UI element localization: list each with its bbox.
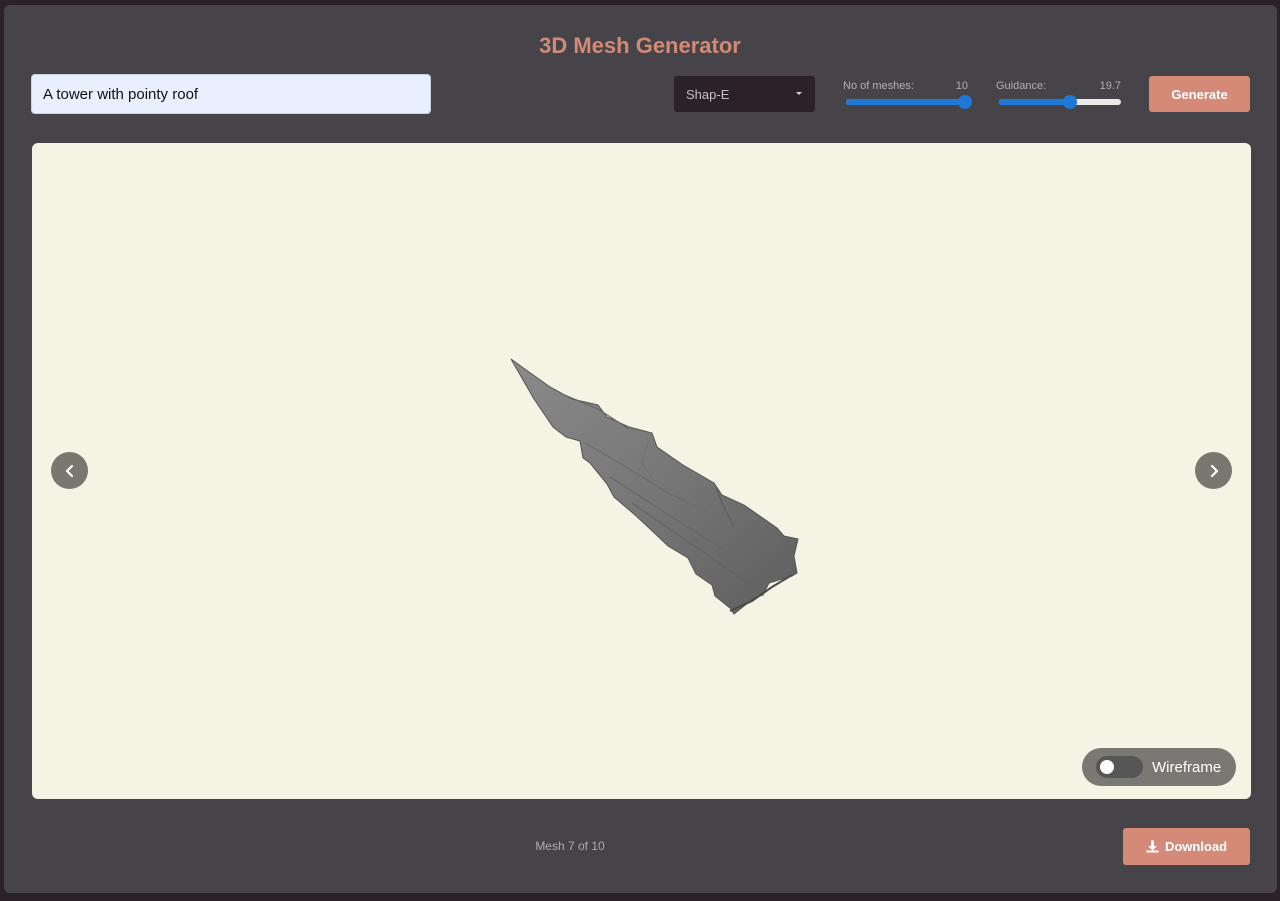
mesh-counter: Mesh 7 of 10 [535, 839, 605, 853]
model-select[interactable]: Shap-E [674, 76, 815, 112]
mesh-viewer[interactable]: Wireframe [32, 143, 1251, 799]
download-icon [1146, 840, 1159, 853]
page-title: 3D Mesh Generator [539, 33, 741, 58]
wireframe-label: Wireframe [1152, 759, 1222, 776]
prompt-input[interactable] [31, 74, 431, 114]
guidance-slider[interactable]: Guidance: 19.7 [996, 80, 1121, 110]
wireframe-toggle[interactable]: Wireframe [1082, 748, 1236, 786]
guidance-value: 19.7 [1099, 80, 1121, 92]
guidance-fill [999, 99, 1070, 105]
next-mesh-button[interactable] [1195, 452, 1232, 489]
guidance-track[interactable] [999, 95, 1121, 109]
wireframe-switch-knob [1100, 760, 1114, 774]
chevron-right-icon [1210, 464, 1218, 477]
prev-mesh-button[interactable] [51, 452, 88, 489]
download-label: Download [1164, 839, 1228, 854]
mesh-count-label: No of meshes: [843, 80, 914, 92]
wireframe-switch[interactable] [1096, 756, 1143, 778]
chevron-down-icon [796, 92, 802, 95]
mesh-count-slider[interactable]: No of meshes: 10 [843, 80, 972, 110]
guidance-label: Guidance: [996, 80, 1047, 92]
tower-mesh[interactable] [32, 143, 1251, 799]
mesh-count-value: 10 [955, 80, 968, 92]
mesh-count-fill [846, 99, 965, 105]
model-select-value: Shap-E [686, 86, 730, 102]
generate-button[interactable]: Generate [1149, 76, 1250, 112]
guidance-thumb[interactable] [1062, 95, 1077, 109]
mesh-count-track[interactable] [846, 95, 972, 109]
mesh-count-thumb[interactable] [958, 95, 972, 109]
download-button[interactable]: Download [1123, 828, 1250, 865]
chevron-left-icon [65, 464, 73, 477]
